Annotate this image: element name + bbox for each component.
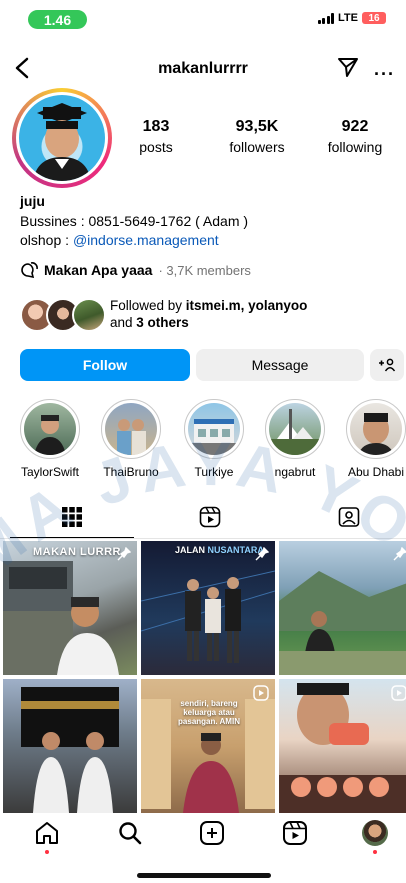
profile-nav-avatar[interactable] — [362, 820, 388, 846]
post-caption: JALAN NUSANTARA — [175, 545, 264, 555]
message-button[interactable]: Message — [196, 349, 364, 381]
stat-followers-label: followers — [229, 139, 285, 155]
pin-icon — [255, 547, 269, 561]
highlight-thaibruno[interactable]: ThaiBruno — [101, 399, 161, 479]
highlight-ngabrut[interactable]: ngabrut — [265, 399, 325, 479]
reel-icon — [253, 685, 269, 701]
battery-icon: 16 — [362, 12, 386, 24]
stat-posts-count: 183 — [142, 118, 170, 135]
avatar-photo — [19, 95, 105, 181]
community-chat[interactable]: Makan Apa yaaa · 3,7K members — [20, 262, 251, 278]
status-indicators: LTE 16 — [317, 12, 386, 24]
signal-icon — [317, 12, 335, 24]
highlight-thumbnail — [188, 403, 240, 455]
home-indicator — [137, 873, 271, 878]
reel-icon — [391, 685, 406, 701]
add-person-icon — [379, 358, 396, 372]
pin-icon — [393, 547, 406, 561]
stat-followers[interactable]: 93,5K followers — [222, 118, 292, 155]
network-label: LTE — [338, 12, 358, 24]
highlight-abudhabi[interactable]: Abu Dhabi — [346, 399, 406, 479]
search-icon[interactable] — [117, 820, 143, 846]
more-options-icon[interactable]: ··· — [374, 64, 395, 85]
mutual-followers-avatars[interactable] — [20, 298, 106, 332]
add-user-button[interactable] — [370, 349, 404, 381]
stat-following[interactable]: 922 following — [322, 118, 388, 155]
tabs-divider — [0, 538, 406, 539]
bio-olshop: olshop : @indorse.management — [20, 232, 219, 248]
status-time: 1.46 — [28, 10, 87, 29]
highlight-turkiye[interactable]: Turkiye — [184, 399, 244, 479]
post-tile[interactable] — [3, 679, 137, 813]
send-message-icon[interactable] — [336, 55, 360, 79]
post-caption-a: JALAN — [175, 545, 206, 555]
post-tile[interactable]: JALAN NUSANTARA — [141, 541, 275, 675]
bio-business: Bussines : 0851-5649-1762 ( Adam ) — [20, 213, 249, 229]
stat-followers-count: 93,5K — [235, 118, 279, 135]
post-image — [3, 561, 119, 675]
pin-icon — [117, 547, 131, 561]
highlight-label: Abu Dhabi — [347, 465, 405, 479]
follow-button[interactable]: Follow — [20, 349, 190, 381]
active-tab-indicator — [10, 537, 134, 538]
create-post-icon[interactable] — [199, 820, 225, 846]
reels-tab-icon[interactable] — [199, 506, 221, 528]
community-chat-icon — [21, 262, 38, 278]
post-image — [279, 571, 406, 675]
stat-posts[interactable]: 183 posts — [131, 118, 181, 155]
followed-by-others: 3 others — [136, 315, 189, 330]
post-image — [141, 570, 275, 663]
highlight-thumbnail — [269, 403, 321, 455]
post-tile[interactable]: MAKAN LURRR — [3, 541, 137, 675]
followed-by-prefix: Followed by — [110, 298, 186, 313]
community-members: · 3,7K members — [158, 262, 251, 278]
post-caption: sendiri, bareng keluarga atau pasangan. … — [178, 699, 240, 726]
post-image — [21, 687, 119, 813]
post-tile[interactable]: sendiri, bareng keluarga atau pasangan. … — [141, 679, 275, 813]
highlight-taylorswift[interactable]: TaylorSwift — [20, 399, 80, 479]
profile-notification-dot — [373, 850, 377, 854]
highlight-thumbnail — [350, 403, 402, 455]
tagged-tab-icon[interactable] — [338, 506, 360, 528]
stat-following-label: following — [327, 139, 383, 155]
mutual-avatar — [72, 298, 106, 332]
home-icon[interactable] — [34, 820, 60, 846]
stat-posts-label: posts — [139, 139, 173, 155]
grid-tab-icon[interactable] — [61, 506, 83, 528]
bio-name: juju — [20, 193, 45, 209]
post-tile[interactable] — [279, 679, 406, 813]
highlight-thumbnail — [105, 403, 157, 455]
bio-olshop-prefix: olshop : — [20, 232, 73, 248]
post-image — [279, 683, 406, 813]
followed-by-and: and — [110, 315, 137, 330]
followed-by-names: itsmei.m, yolanyoo — [185, 298, 308, 313]
post-tile[interactable] — [279, 541, 406, 675]
profile-avatar[interactable] — [12, 88, 112, 188]
post-caption: MAKAN LURRR — [33, 546, 121, 558]
highlight-thumbnail — [24, 403, 76, 455]
followed-by-text[interactable]: Followed by itsmei.m, yolanyoo and 3 oth… — [110, 297, 307, 331]
reels-icon[interactable] — [282, 820, 308, 846]
stat-following-count: 922 — [341, 118, 369, 135]
community-name: Makan Apa yaaa — [44, 262, 153, 278]
home-notification-dot — [45, 850, 49, 854]
bio-olshop-link[interactable]: @indorse.management — [73, 232, 219, 248]
